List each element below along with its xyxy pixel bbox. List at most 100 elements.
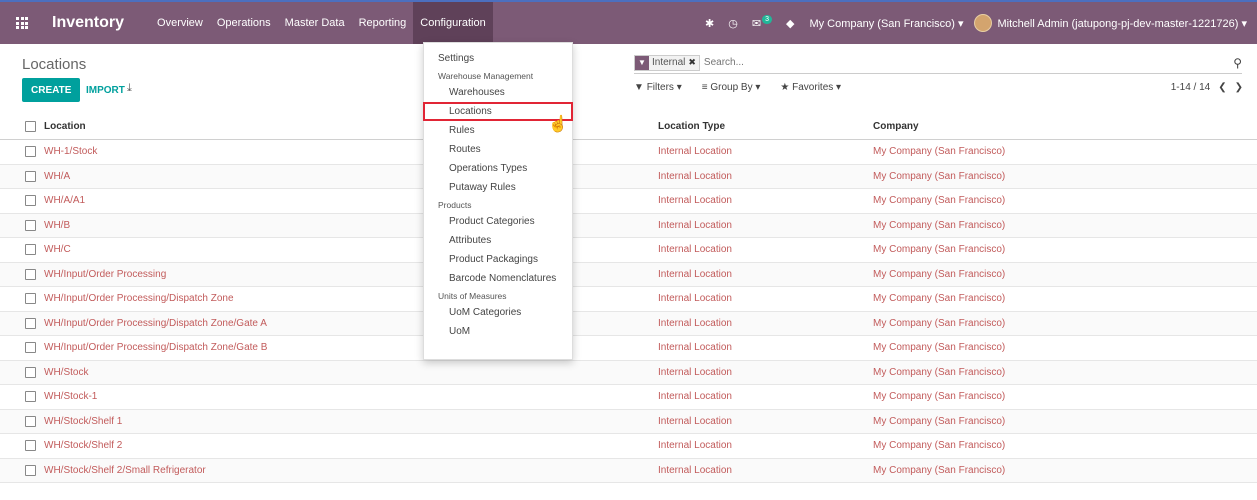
table-row[interactable]: WH/C Internal Location My Company (San Fra… [0, 238, 1257, 263]
cell-location[interactable]: WH-1/Stock [44, 146, 97, 157]
row-checkbox[interactable] [25, 342, 36, 354]
cell-company[interactable]: My Company (San Francisco) [873, 391, 1005, 402]
cell-location[interactable]: WH/A/A1 [44, 195, 85, 206]
search-input[interactable] [703, 57, 1242, 68]
header-location-type[interactable]: Location Type [658, 121, 725, 132]
cell-company[interactable]: My Company (San Francisco) [873, 367, 1005, 378]
cell-company[interactable]: My Company (San Francisco) [873, 244, 1005, 255]
cell-location-type[interactable]: Internal Location [658, 293, 732, 304]
cell-company[interactable]: My Company (San Francisco) [873, 318, 1005, 329]
cell-location[interactable]: WH/Stock-1 [44, 391, 97, 402]
row-checkbox[interactable] [25, 293, 36, 305]
row-checkbox[interactable] [25, 219, 36, 231]
row-checkbox[interactable] [25, 317, 36, 329]
search-icon[interactable]: ⚲ [1233, 56, 1242, 70]
row-checkbox[interactable] [25, 440, 36, 452]
cell-company[interactable]: My Company (San Francisco) [873, 171, 1005, 182]
cell-location[interactable]: WH/Stock/Shelf 2 [44, 440, 122, 451]
cell-company[interactable]: My Company (San Francisco) [873, 220, 1005, 231]
table-row[interactable]: WH/Input/Order Processing/Dispatch Zone/… [0, 311, 1257, 336]
cell-company[interactable]: My Company (San Francisco) [873, 195, 1005, 206]
nav-operations[interactable]: Operations [210, 2, 278, 44]
menu-settings[interactable]: Settings [424, 49, 572, 68]
app-brand[interactable]: Inventory [52, 14, 124, 32]
bug-icon[interactable]: ✱ [705, 17, 714, 30]
cell-location-type[interactable]: Internal Location [658, 195, 732, 206]
cell-location[interactable]: WH/B [44, 220, 70, 231]
row-checkbox[interactable] [25, 391, 36, 403]
cell-location-type[interactable]: Internal Location [658, 416, 732, 427]
clock-icon[interactable]: ◷ [728, 17, 738, 30]
row-checkbox[interactable] [25, 464, 36, 476]
menu-putaway-rules[interactable]: Putaway Rules [424, 178, 572, 197]
cell-location-type[interactable]: Internal Location [658, 146, 732, 157]
messages-icon[interactable]: ✉ 3 [752, 14, 772, 30]
groupby-dropdown[interactable]: ≡ Group By ▾ [702, 82, 771, 93]
apps-menu-icon[interactable] [0, 2, 44, 44]
cell-location[interactable]: WH/Input/Order Processing [44, 269, 166, 280]
cell-company[interactable]: My Company (San Francisco) [873, 269, 1005, 280]
cell-location[interactable]: WH/Stock [44, 367, 88, 378]
row-checkbox[interactable] [25, 366, 36, 378]
cell-location-type[interactable]: Internal Location [658, 244, 732, 255]
table-row[interactable]: WH/Input/Order Processing/Dispatch Zone/… [0, 336, 1257, 361]
cell-location-type[interactable]: Internal Location [658, 171, 732, 182]
menu-operations-types[interactable]: Operations Types [424, 159, 572, 178]
create-button[interactable]: CREATE [22, 78, 81, 102]
cell-location-type[interactable]: Internal Location [658, 318, 732, 329]
table-row[interactable]: WH/Stock/Shelf 2 Internal Location My Comp… [0, 434, 1257, 459]
cell-location-type[interactable]: Internal Location [658, 269, 732, 280]
import-button[interactable]: IMPORT [82, 78, 129, 102]
download-icon[interactable]: ⤓ [127, 82, 132, 95]
table-row[interactable]: WH/A/A1 Internal Location My Company (San … [0, 189, 1257, 214]
table-row[interactable]: WH/Stock-1 Internal Location My Company (S… [0, 385, 1257, 410]
table-row[interactable]: WH/Stock/Shelf 1 Internal Location My Comp… [0, 409, 1257, 434]
table-row[interactable]: WH-1/Stock Internal Location My Company (S… [0, 140, 1257, 165]
menu-uom-categories[interactable]: UoM Categories [424, 303, 572, 322]
cell-location[interactable]: WH/Stock/Shelf 1 [44, 416, 122, 427]
menu-product-packagings[interactable]: Product Packagings [424, 250, 572, 269]
pager-value[interactable]: 1-14 / 14 [1171, 82, 1210, 93]
header-location[interactable]: Location [44, 121, 86, 132]
cell-company[interactable]: My Company (San Francisco) [873, 465, 1005, 476]
nav-reporting[interactable]: Reporting [352, 2, 414, 44]
cell-location-type[interactable]: Internal Location [658, 391, 732, 402]
table-row[interactable]: WH/Stock/Shelf 2/Small Refrigerator Inter… [0, 458, 1257, 483]
table-row[interactable]: WH/B Internal Location My Company (San Fra… [0, 213, 1257, 238]
menu-barcode-nomenclatures[interactable]: Barcode Nomenclatures [424, 269, 572, 288]
cell-location-type[interactable]: Internal Location [658, 440, 732, 451]
menu-routes[interactable]: Routes [424, 140, 572, 159]
nav-overview[interactable]: Overview [150, 2, 210, 44]
table-row[interactable]: WH/Stock Internal Location My Company (San… [0, 360, 1257, 385]
user-menu[interactable]: Mitchell Admin (jatupong-pj-dev-master-1… [973, 14, 1247, 32]
cell-location[interactable]: WH/Input/Order Processing/Dispatch Zone [44, 293, 234, 304]
filters-dropdown[interactable]: ▼ Filters ▾ [634, 82, 692, 93]
menu-attributes[interactable]: Attributes [424, 231, 572, 250]
row-checkbox[interactable] [25, 170, 36, 182]
menu-uom[interactable]: UoM [424, 322, 572, 341]
row-checkbox[interactable] [25, 415, 36, 427]
cell-location[interactable]: WH/Stock/Shelf 2/Small Refrigerator [44, 465, 206, 476]
facet-remove-icon[interactable]: ✖ [688, 57, 699, 68]
cell-location[interactable]: WH/Input/Order Processing/Dispatch Zone/… [44, 318, 267, 329]
header-company[interactable]: Company [873, 121, 919, 132]
cell-location[interactable]: WH/C [44, 244, 71, 255]
cell-location[interactable]: WH/Input/Order Processing/Dispatch Zone/… [44, 342, 267, 353]
chevron-left-icon[interactable]: ❮ [1218, 82, 1226, 93]
table-row[interactable]: WH/Input/Order Processing/Dispatch Zone I… [0, 287, 1257, 312]
cell-company[interactable]: My Company (San Francisco) [873, 146, 1005, 157]
gift-icon[interactable]: ◆ [786, 17, 794, 30]
row-checkbox[interactable] [25, 146, 36, 158]
select-all-checkbox[interactable] [25, 120, 36, 132]
row-checkbox[interactable] [25, 268, 36, 280]
cell-location-type[interactable]: Internal Location [658, 367, 732, 378]
chevron-right-icon[interactable]: ❯ [1235, 82, 1243, 93]
row-checkbox[interactable] [25, 244, 36, 256]
nav-configuration[interactable]: Configuration [413, 2, 493, 44]
cell-company[interactable]: My Company (San Francisco) [873, 416, 1005, 427]
cell-company[interactable]: My Company (San Francisco) [873, 440, 1005, 451]
favorites-dropdown[interactable]: ★ Favorites ▾ [780, 82, 851, 93]
row-checkbox[interactable] [25, 195, 36, 207]
cell-company[interactable]: My Company (San Francisco) [873, 293, 1005, 304]
cell-location-type[interactable]: Internal Location [658, 465, 732, 476]
